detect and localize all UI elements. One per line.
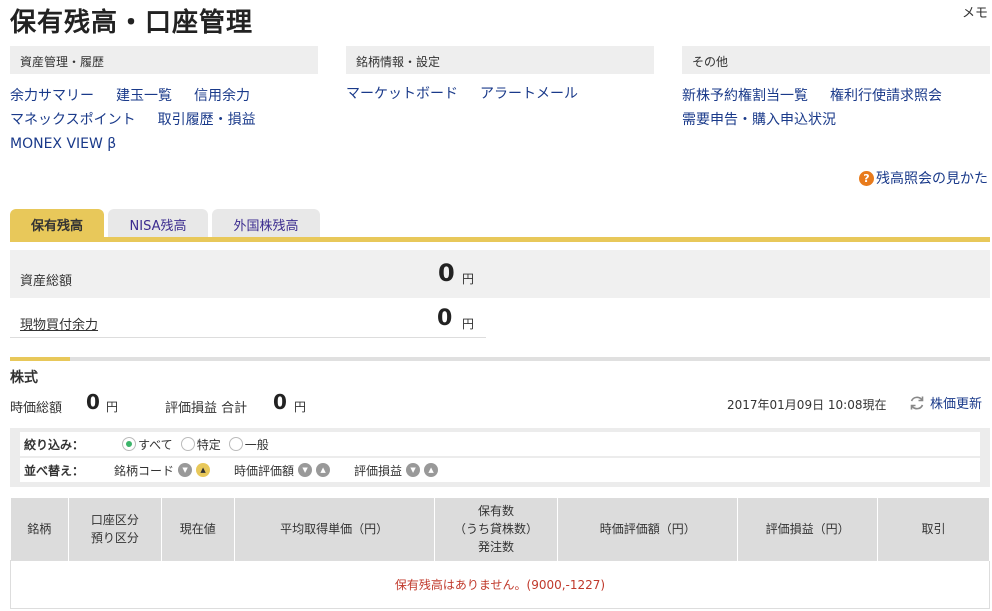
cash-buying-power-value: 0 bbox=[437, 306, 453, 331]
other-links: 新株予約権割当一覧 権利行使請求照会 需要申告・購入申込状況 bbox=[682, 84, 964, 132]
help-link[interactable]: ? 残高照会の見かた bbox=[859, 168, 988, 188]
sort-asc-icon[interactable]: ▲ bbox=[196, 463, 211, 477]
category-other: その他 bbox=[682, 46, 990, 74]
filter-row: 絞り込み： すべて 特定 一般 bbox=[20, 432, 980, 456]
holdings-table: 銘柄 口座区分 預り区分 現在値 平均取得単価（円） 保有数 （うち貸株数） 発… bbox=[10, 498, 990, 609]
col-market-value: 時価評価額（円） bbox=[557, 498, 739, 560]
tab-holdings[interactable]: 保有残高 bbox=[10, 209, 104, 239]
link-demand-declaration[interactable]: 需要申告・購入申込状況 bbox=[682, 112, 836, 128]
tab-foreign-stock[interactable]: 外国株残高 bbox=[212, 209, 320, 239]
sort-desc-icon[interactable]: ▼ bbox=[178, 463, 193, 477]
sort-key-value: 時価評価額 bbox=[234, 463, 295, 478]
total-assets-value: 0 bbox=[438, 259, 455, 287]
tab-underline bbox=[10, 237, 990, 242]
sort-key-code: 銘柄コード bbox=[114, 463, 175, 478]
asset-links: 余力サマリー 建玉一覧 信用余力 マネックスポイント 取引履歴・損益 MONEX VI… bbox=[10, 84, 278, 156]
table-header-row: 銘柄 口座区分 預り区分 現在値 平均取得単価（円） 保有数 （うち貸株数） 発… bbox=[10, 498, 990, 560]
sort-asc-icon[interactable]: ▲ bbox=[424, 463, 439, 477]
sort-key-pl: 評価損益 bbox=[354, 463, 403, 478]
link-monex-point[interactable]: マネックスポイント bbox=[10, 112, 136, 128]
info-links: マーケットボード アラートメール bbox=[346, 82, 600, 106]
refresh-label: 株価更新 bbox=[930, 397, 983, 412]
link-monex-view[interactable]: MONEX VIEW β bbox=[10, 136, 116, 152]
link-trade-history[interactable]: 取引履歴・損益 bbox=[158, 112, 256, 128]
divider bbox=[10, 337, 486, 338]
col-avg-cost: 平均取得単価（円） bbox=[234, 498, 435, 560]
timestamp: 2017年01月09日 10:08現在 bbox=[727, 398, 887, 412]
section-divider bbox=[10, 357, 990, 361]
link-tategyoku-list[interactable]: 建玉一覧 bbox=[116, 88, 172, 104]
total-assets-unit: 円 bbox=[462, 272, 475, 286]
link-credit-yoryoku[interactable]: 信用余力 bbox=[194, 88, 250, 104]
sort-asc-icon[interactable]: ▲ bbox=[316, 463, 331, 477]
pl-total-value: 0 bbox=[273, 390, 287, 414]
radio-all[interactable] bbox=[122, 437, 136, 451]
category-asset-history: 資産管理・履歴 bbox=[10, 46, 318, 74]
sort-label: 並べ替え： bbox=[24, 463, 85, 478]
question-icon: ? bbox=[859, 170, 874, 186]
category-stock-info: 銘柄情報・設定 bbox=[346, 46, 654, 74]
radio-ippan[interactable] bbox=[228, 437, 243, 451]
market-value-unit: 円 bbox=[106, 400, 119, 414]
total-assets-row bbox=[10, 250, 990, 298]
help-label: 残高照会の見かた bbox=[876, 171, 988, 187]
memo-link[interactable]: メモ bbox=[962, 2, 988, 21]
pl-total-unit: 円 bbox=[294, 400, 307, 414]
radio-all-label: すべて bbox=[138, 437, 173, 452]
stock-heading: 株式 bbox=[10, 370, 38, 386]
col-stock: 銘柄 bbox=[10, 498, 69, 560]
pl-total-label: 評価損益 合計 bbox=[165, 401, 248, 416]
filter-label: 絞り込み： bbox=[24, 437, 85, 452]
link-yoryoku-summary[interactable]: 余力サマリー bbox=[10, 88, 94, 104]
cash-buying-power-link[interactable]: 現物買付余力 bbox=[20, 314, 98, 333]
sort-row: 並べ替え： 銘柄コード ▼ ▲ 時価評価額 ▼ ▲ 評価損益 ▼ ▲ bbox=[20, 458, 980, 482]
refresh-icon bbox=[910, 396, 924, 409]
empty-message: 保有残高はありません。(9000,-1227) bbox=[10, 559, 990, 609]
col-trade: 取引 bbox=[877, 498, 990, 560]
radio-tokutei[interactable] bbox=[180, 437, 195, 451]
tab-nisa[interactable]: NISA残高 bbox=[108, 209, 208, 239]
link-exercise-inquiry[interactable]: 権利行使請求照会 bbox=[830, 88, 942, 104]
col-unrealized-pl: 評価損益（円） bbox=[737, 498, 879, 560]
link-warrant-list[interactable]: 新株予約権割当一覧 bbox=[682, 88, 808, 104]
table-row: 保有残高はありません。(9000,-1227) bbox=[10, 559, 990, 609]
refresh-button[interactable]: 株価更新 bbox=[908, 393, 982, 412]
radio-ippan-label: 一般 bbox=[244, 437, 269, 452]
sort-desc-icon[interactable]: ▼ bbox=[298, 463, 313, 477]
total-assets-label: 資産総額 bbox=[20, 274, 73, 289]
tab-bar: 保有残高 NISA残高 外国株残高 bbox=[10, 209, 324, 239]
market-value: 0 bbox=[86, 390, 100, 414]
sort-desc-icon[interactable]: ▼ bbox=[406, 463, 421, 477]
page-title: 保有残高・口座管理 bbox=[10, 8, 254, 38]
link-alert-mail[interactable]: アラートメール bbox=[480, 86, 578, 102]
cash-buying-power-unit: 円 bbox=[462, 317, 475, 331]
market-value-label: 時価総額 bbox=[10, 401, 63, 416]
link-market-board[interactable]: マーケットボード bbox=[346, 86, 458, 102]
radio-tokutei-label: 特定 bbox=[196, 437, 221, 452]
col-price: 現在値 bbox=[161, 498, 235, 560]
col-quantity: 保有数 （うち貸株数） 発注数 bbox=[434, 498, 559, 560]
filter-panel: 絞り込み： すべて 特定 一般 並べ替え： 銘柄コード ▼ ▲ 時価評価額 ▼ ▲ … bbox=[10, 428, 990, 487]
col-account-type: 口座区分 預り区分 bbox=[68, 498, 162, 560]
